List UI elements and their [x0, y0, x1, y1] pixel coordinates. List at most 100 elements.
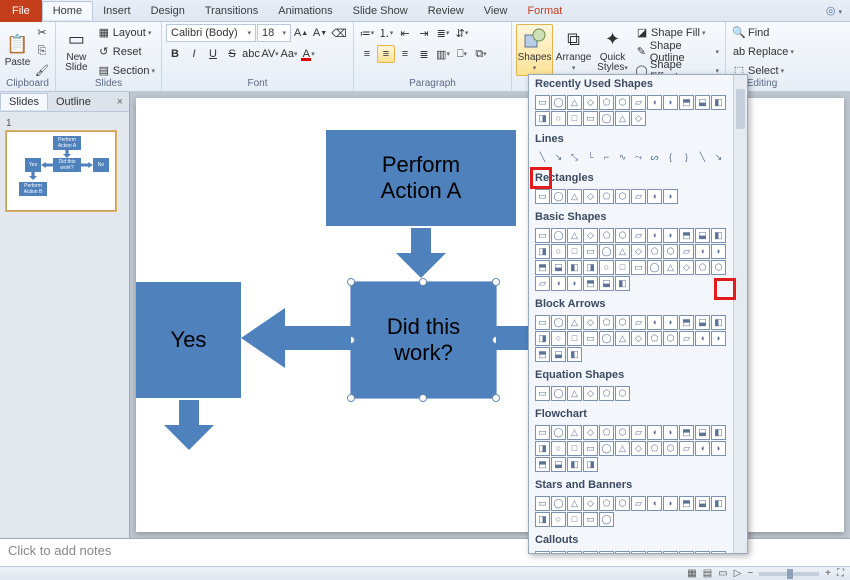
view-normal-button[interactable]: ▦ [687, 568, 696, 579]
shape-option[interactable]: ◨ [583, 260, 598, 275]
decrease-indent-button[interactable]: ⇤ [396, 24, 414, 42]
shape-yes[interactable]: Yes [136, 282, 241, 398]
shape-option[interactable]: ⬓ [599, 276, 614, 291]
shape-option[interactable]: ◗ [663, 228, 678, 243]
shape-option[interactable]: ◗ [663, 189, 678, 204]
shape-option[interactable]: ◇ [631, 111, 646, 126]
shape-option[interactable]: ⬓ [695, 551, 710, 554]
shape-option[interactable]: ▭ [535, 315, 550, 330]
text-direction-button[interactable]: ⇵▾ [453, 24, 471, 42]
shape-option[interactable]: ◇ [631, 244, 646, 259]
bullets-button[interactable]: ≔▾ [358, 24, 376, 42]
font-size-combo[interactable]: 18▾ [257, 24, 291, 42]
shape-option[interactable]: ⬡ [615, 386, 630, 401]
shape-option[interactable]: ▭ [535, 386, 550, 401]
shape-option[interactable]: ◖ [647, 228, 662, 243]
shape-option[interactable]: ◖ [647, 95, 662, 110]
shape-option[interactable]: ◯ [647, 260, 662, 275]
shape-option[interactable]: △ [567, 496, 582, 511]
smartart-button[interactable]: ⧉▾ [472, 45, 490, 63]
shape-option[interactable]: □ [567, 111, 582, 126]
shape-option[interactable]: ⬒ [535, 260, 550, 275]
copy-button[interactable]: ⎘ [33, 43, 51, 60]
shape-option[interactable]: ◗ [663, 425, 678, 440]
shape-option[interactable]: ⬒ [583, 276, 598, 291]
shape-option[interactable]: ⬠ [599, 425, 614, 440]
align-center-button[interactable]: ≡ [377, 45, 395, 63]
shape-option[interactable]: ◯ [551, 386, 566, 401]
shape-option[interactable]: ▱ [631, 496, 646, 511]
shape-option[interactable]: ⬒ [679, 496, 694, 511]
shape-option[interactable]: ◇ [583, 551, 598, 554]
shape-option[interactable]: ▭ [631, 260, 646, 275]
shape-option[interactable]: ⬓ [551, 347, 566, 362]
shape-option[interactable]: ᔕ [647, 150, 662, 165]
new-slide-button[interactable]: ▭ New Slide [60, 24, 93, 76]
strike-button[interactable]: S [223, 45, 241, 63]
shape-option[interactable]: ⬒ [679, 315, 694, 330]
justify-button[interactable]: ≣ [415, 45, 433, 63]
shape-option[interactable]: ⬒ [535, 457, 550, 472]
shape-option[interactable]: ⬠ [695, 260, 710, 275]
shape-option[interactable]: ↘ [551, 150, 566, 165]
shape-option[interactable]: △ [615, 111, 630, 126]
shape-option[interactable]: } [679, 150, 694, 165]
shape-option[interactable]: △ [567, 386, 582, 401]
tab-design[interactable]: Design [141, 2, 195, 20]
shape-option[interactable]: ▭ [535, 95, 550, 110]
shape-option[interactable]: ◯ [599, 441, 614, 456]
shape-option[interactable]: ◇ [583, 496, 598, 511]
italic-button[interactable]: I [185, 45, 203, 63]
shape-option[interactable]: ◨ [583, 457, 598, 472]
arrange-button[interactable]: ⧉ Arrange▾ [555, 24, 592, 76]
shape-option[interactable]: △ [567, 189, 582, 204]
help-icon[interactable]: ◎ ▾ [818, 4, 850, 17]
shape-option[interactable]: ⬠ [647, 244, 662, 259]
shape-did-this-work[interactable]: Did this work? [351, 282, 496, 398]
shape-option[interactable]: ⬠ [599, 551, 614, 554]
shape-option[interactable]: ◯ [599, 244, 614, 259]
shape-option[interactable]: ⬒ [535, 347, 550, 362]
columns-button[interactable]: ▥▾ [434, 45, 452, 63]
shape-option[interactable]: ▭ [583, 331, 598, 346]
shape-option[interactable]: ○ [599, 260, 614, 275]
cut-button[interactable]: ✂ [33, 24, 51, 41]
layout-button[interactable]: ▦Layout ▾ [95, 24, 157, 41]
shape-option[interactable]: ↘ [711, 150, 726, 165]
shape-option[interactable]: ⬡ [663, 244, 678, 259]
bold-button[interactable]: B [166, 45, 184, 63]
shape-option[interactable]: ▭ [535, 496, 550, 511]
format-painter-button[interactable]: 🖌 [33, 62, 51, 79]
shape-option[interactable]: ◯ [551, 189, 566, 204]
shape-option[interactable]: ⬡ [615, 189, 630, 204]
shape-option[interactable]: ⬠ [599, 95, 614, 110]
shape-option[interactable]: △ [567, 228, 582, 243]
shape-option[interactable]: ▱ [631, 95, 646, 110]
numbering-button[interactable]: ⒈▾ [377, 24, 395, 42]
align-left-button[interactable]: ≡ [358, 45, 376, 63]
shape-option[interactable]: ⬒ [679, 95, 694, 110]
shape-option[interactable]: ○ [551, 512, 566, 527]
tab-slideshow[interactable]: Slide Show [343, 2, 418, 20]
increase-indent-button[interactable]: ⇥ [415, 24, 433, 42]
align-text-button[interactable]: ⎕▾ [453, 45, 471, 63]
line-spacing-button[interactable]: ≣▾ [434, 24, 452, 42]
shape-option[interactable]: ⬓ [695, 228, 710, 243]
shape-option[interactable]: ○ [551, 441, 566, 456]
shape-option[interactable]: ◯ [551, 496, 566, 511]
shape-option[interactable]: ⬡ [663, 331, 678, 346]
quick-styles-button[interactable]: ✦ Quick Styles▾ [594, 24, 631, 76]
shape-option[interactable]: ◗ [663, 496, 678, 511]
shape-option[interactable]: ▭ [583, 111, 598, 126]
shape-option[interactable]: ◇ [583, 95, 598, 110]
tab-insert[interactable]: Insert [93, 2, 141, 20]
shape-option[interactable]: ▭ [535, 189, 550, 204]
char-spacing-button[interactable]: AV▾ [261, 45, 279, 63]
shape-option[interactable]: ⬠ [599, 189, 614, 204]
shape-option[interactable]: ◧ [711, 95, 726, 110]
paste-button[interactable]: 📋 Paste [4, 24, 31, 76]
slides-panel-tab[interactable]: Slides [0, 93, 48, 110]
shape-option[interactable]: ◇ [583, 189, 598, 204]
shape-option[interactable]: ◯ [599, 512, 614, 527]
shape-option[interactable]: ▱ [631, 189, 646, 204]
